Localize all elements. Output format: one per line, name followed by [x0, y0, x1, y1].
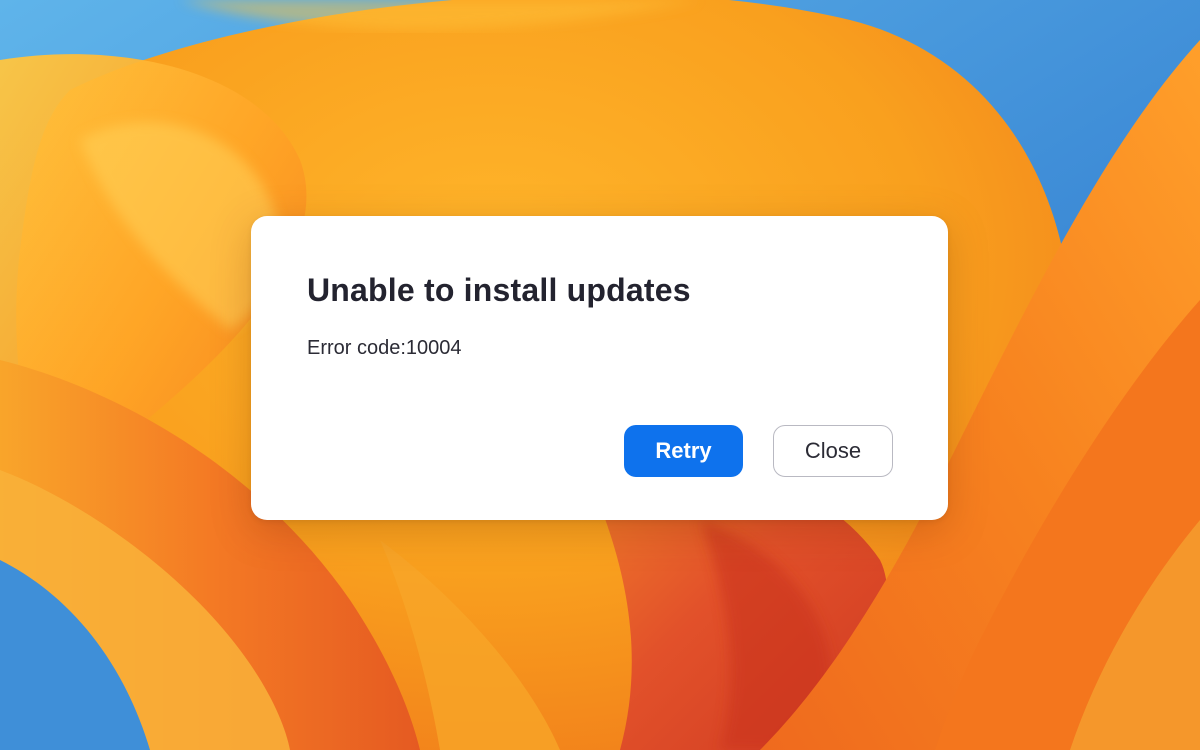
dialog-title: Unable to install updates: [307, 272, 691, 308]
error-dialog: Unable to install updates Error code:100…: [251, 216, 948, 520]
desktop: Unable to install updates Error code:100…: [0, 0, 1200, 750]
error-message: Error code:10004: [307, 337, 462, 359]
close-button[interactable]: Close: [773, 425, 893, 477]
retry-button[interactable]: Retry: [624, 425, 743, 477]
